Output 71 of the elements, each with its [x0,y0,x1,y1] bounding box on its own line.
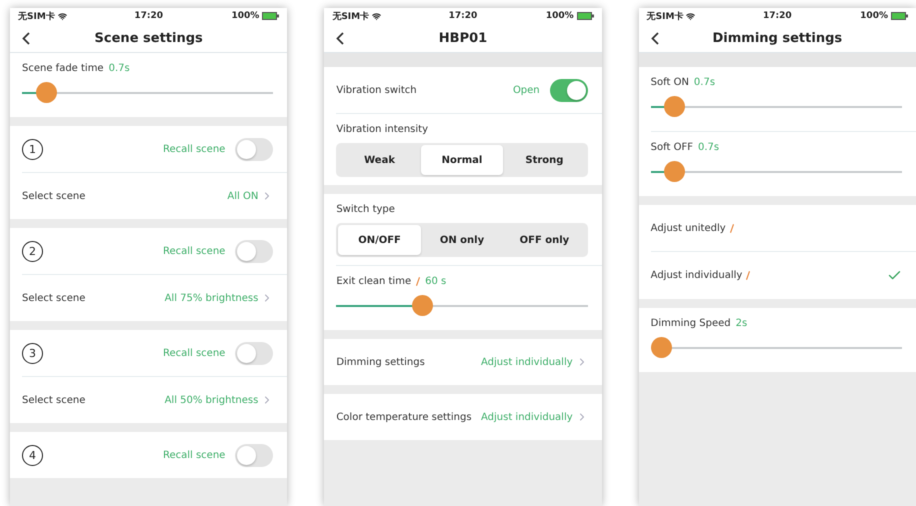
toggle-label: Recall scene [162,450,226,460]
setting-label: Soft ON [650,77,689,88]
setting-label: Dimming Speed [650,318,731,329]
toggle-switch[interactable] [235,240,274,262]
setting-label: Soft OFF [650,142,693,153]
slider-thumb[interactable] [664,161,686,182]
setting-label: Select scene [22,292,86,304]
setting-label: Color temperature settings [336,412,472,422]
segment-option[interactable]: ON/OFF [338,225,421,255]
toggle-label: Open [512,84,540,96]
carrier-text: 无SIM卡 [18,10,55,22]
setting-value: 2s [736,318,748,329]
setting-label: Select scene [22,190,86,202]
segment-option[interactable]: Normal [420,145,504,175]
screen-title: HBP01 [438,30,488,46]
status-time: 17:20 [448,11,478,21]
slider-track[interactable] [650,161,902,182]
setting-value: 0.7s [108,63,130,74]
slider-thumb[interactable] [412,295,434,316]
wifi-icon [58,12,67,20]
battery-percent: 100% [232,11,260,21]
setting-label: Exit clean time [336,276,412,287]
slider-track[interactable] [336,295,588,316]
back-icon [22,32,30,44]
scene-number: 1 [22,138,43,160]
back-icon [336,32,344,44]
toggle-switch[interactable] [235,138,274,160]
slider-track[interactable] [650,96,902,117]
segment-option[interactable]: OFF only [503,225,586,255]
back-icon [650,32,659,44]
segment-option[interactable]: Strong [503,145,586,175]
option-row[interactable]: Adjust unitedly [650,205,916,252]
option-row[interactable]: Adjust individually [650,252,916,299]
status-time: 17:20 [134,11,163,21]
toggle-switch[interactable] [235,444,274,466]
battery-icon [890,12,908,20]
battery-percent: 100% [546,11,574,21]
slider-thumb[interactable] [650,337,672,358]
setting-value: 0.7s [694,77,716,88]
carrier-text: 无SIM卡 [646,10,684,22]
slider-thumb[interactable] [664,96,686,117]
segment-option[interactable]: Weak [338,145,421,175]
setting-label: Scene fade time [22,63,104,74]
slider-track[interactable] [22,82,274,103]
scene-number: 3 [22,342,43,364]
slider-thumb[interactable] [36,82,57,103]
scene-number: 2 [22,240,43,262]
setting-value: 60 s [425,276,446,287]
screen-title: Scene settings [94,30,204,46]
toggle-label: Recall scene [162,348,226,358]
scene-number: 4 [22,444,43,466]
battery-icon [262,12,280,20]
setting-value: 0.7s [698,142,720,153]
slider-track[interactable] [650,337,902,358]
toggle-switch[interactable] [550,78,588,102]
screen-title: Dimming settings [712,30,844,46]
setting-label: Select scene [22,394,86,406]
segment-option[interactable]: ON only [420,225,504,255]
setting-label: Switch type [336,204,395,215]
toggle-switch[interactable] [235,342,274,364]
wifi-icon [686,12,696,20]
status-time: 17:20 [762,11,792,21]
toggle-label: Recall scene [162,144,226,154]
setting-label: Dimming settings [336,356,425,368]
setting-label: Vibration intensity [336,124,428,135]
battery-percent: 100% [860,11,888,21]
battery-icon [576,12,594,20]
setting-label: Vibration switch [336,84,417,96]
carrier-text: 无SIM卡 [332,10,370,22]
toggle-label: Recall scene [162,246,226,256]
wifi-icon [372,12,382,20]
